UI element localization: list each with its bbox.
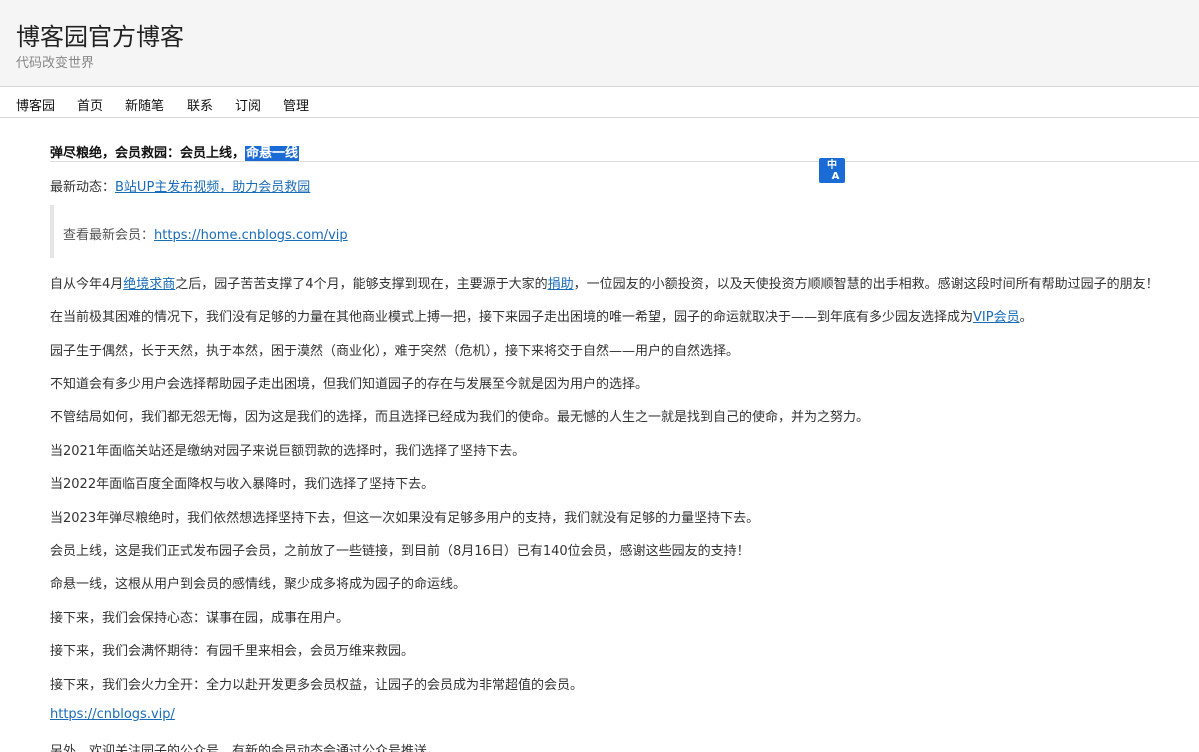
paragraph-15: 另外，欢迎关注园子的公众号，有新的会员动态会通过公众号推送。	[50, 744, 441, 752]
quote-link[interactable]: https://home.cnblogs.com/vip	[154, 228, 348, 243]
paragraph-4: 不知道会有多少用户会选择帮助园子走出困境，但我们知道园子的存在与发展至今就是因为…	[50, 377, 649, 392]
paragraph-5: 不管结局如何，我们都无怨无悔，因为这是我们的选择，而且选择已经成为我们的使命。最…	[50, 410, 870, 425]
p1-text-b: 之后，园子苦苦支撑了4个月，能够支撑到现在，主要源于大家的	[175, 277, 548, 292]
paragraph-3: 园子生于偶然，长于天然，执于本然，困于漠然（商业化），难于突然（危机），接下来将…	[50, 344, 740, 359]
paragraph-12: 接下来，我们会满怀期待：有园千里来相会，会员万维来救园。	[50, 644, 415, 659]
vip-quote-block: 查看最新会员：https://home.cnblogs.com/vip	[50, 205, 1150, 258]
nav-item-admin[interactable]: 管理	[283, 95, 309, 114]
p1-text-c: ，一位园友的小额投资，以及天使投资方顺顺智慧的出手相救。感谢这段时间所有帮助过园…	[573, 277, 1159, 292]
translate-icon[interactable]: 中 A	[819, 158, 845, 183]
blog-title[interactable]: 博客园官方博客	[16, 17, 184, 52]
news-link[interactable]: B站UP主发布视频，助力会员救园	[115, 180, 310, 195]
nav-item-new-post[interactable]: 新随笔	[125, 95, 164, 114]
post-title-main: 弹尽粮绝，会员救园：会员上线，	[50, 146, 246, 161]
nav-item-cnblogs[interactable]: 博客园	[16, 95, 55, 114]
paragraph-13: 接下来，我们会火力全开：全力以赴开发更多会员权益，让园子的会员成为非常超值的会员…	[50, 678, 584, 693]
paragraph-10: 命悬一线，这根从用户到会员的感情线，聚少成多将成为园子的命运线。	[50, 577, 467, 592]
paragraph-2: 在当前极其困难的情况下，我们没有足够的力量在其他商业模式上搏一把，接下来园子走出…	[50, 306, 1033, 325]
p1-link-2[interactable]: 捐助	[548, 277, 574, 292]
paragraph-11: 接下来，我们会保持心态：谋事在园，成事在用户。	[50, 611, 350, 626]
post-title[interactable]: 弹尽粮绝，会员救园：会员上线，命悬一线	[50, 142, 300, 161]
nav-item-contact[interactable]: 联系	[187, 95, 213, 114]
p2-link[interactable]: VIP会员	[973, 310, 1020, 325]
p2-text-b: 。	[1019, 310, 1033, 325]
p2-text-a: 在当前极其困难的情况下，我们没有足够的力量在其他商业模式上搏一把，接下来园子走出…	[50, 310, 974, 325]
post-title-highlight: 命悬一线	[245, 146, 300, 161]
paragraph-7: 当2022年面临百度全面降权与收入暴降时，我们选择了坚持下去。	[50, 477, 435, 492]
nav-bar: 博客园 首页 新随笔 联系 订阅 管理	[0, 87, 1199, 118]
cnblogs-vip-link[interactable]: https://cnblogs.vip/	[50, 707, 175, 722]
news-label: 最新动态：	[50, 180, 116, 195]
news-line: 最新动态：B站UP主发布视频，助力会员救园	[50, 176, 310, 195]
paragraph-6: 当2021年面临关站还是缴纳对园子来说巨额罚款的选择时，我们选择了坚持下去。	[50, 444, 526, 459]
blog-subtitle: 代码改变世界	[16, 56, 95, 71]
paragraph-1: 自从今年4月绝境求商之后，园子苦苦支撑了4个月，能够支撑到现在，主要源于大家的捐…	[50, 273, 1159, 292]
paragraph-8: 当2023年弹尽粮绝时，我们依然想选择坚持下去，但这一次如果没有足够多用户的支持…	[50, 511, 760, 526]
quote-label: 查看最新会员：	[63, 228, 155, 243]
paragraph-9: 会员上线，这是我们正式发布园子会员，之前放了一些链接，到目前（8月16日）已有1…	[50, 544, 750, 559]
blog-header: 博客园官方博客 代码改变世界	[0, 0, 1199, 87]
title-divider	[50, 161, 1199, 162]
nav-item-home[interactable]: 首页	[77, 95, 103, 114]
p1-link-1[interactable]: 绝境求商	[123, 277, 175, 292]
paragraph-14: https://cnblogs.vip/	[50, 707, 175, 722]
nav-item-subscribe[interactable]: 订阅	[235, 95, 261, 114]
p1-text-a: 自从今年4月	[50, 277, 124, 292]
